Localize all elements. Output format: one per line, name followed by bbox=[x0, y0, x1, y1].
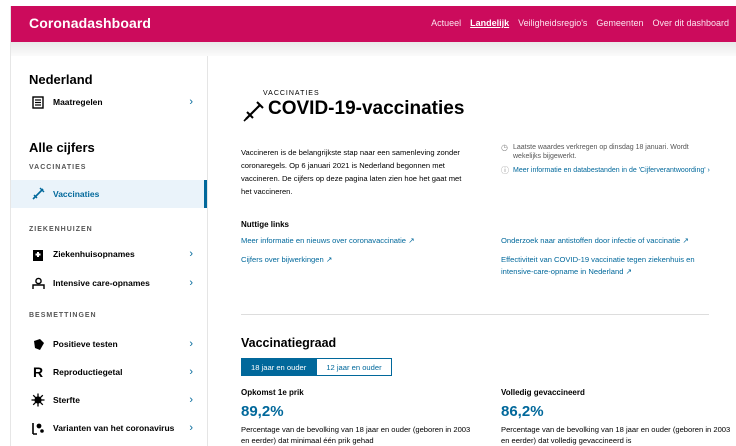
main-content: VACCINATIES COVID-19-vaccinaties Vaccine… bbox=[209, 56, 736, 446]
sidebar-item-label: Maatregelen bbox=[53, 97, 103, 107]
sidebar-item-ziekenhuisopnames[interactable]: Ziekenhuisopnames › bbox=[11, 242, 207, 266]
nav-gemeenten[interactable]: Gemeenten bbox=[596, 18, 643, 28]
sidebar-item-label: Ziekenhuisopnames bbox=[53, 249, 135, 259]
sidebar-item-positieve-testen[interactable]: Positieve testen › bbox=[11, 332, 207, 356]
sidebar-item-label: Positieve testen bbox=[53, 339, 118, 349]
kpi-fully-vaccinated-value: 86,2% bbox=[501, 403, 544, 420]
sidebar: Nederland Maatregelen › Alle cijfers VAC… bbox=[11, 56, 208, 446]
tab-18-plus[interactable]: 18 jaar en ouder bbox=[241, 358, 317, 376]
top-navigation-bar: Coronadashboard Actueel Landelijk Veilig… bbox=[11, 6, 736, 42]
tab-12-plus[interactable]: 12 jaar en ouder bbox=[316, 358, 392, 376]
nav-over-dashboard[interactable]: Over dit dashboard bbox=[652, 18, 729, 28]
sidebar-heading-nederland: Nederland bbox=[29, 72, 93, 87]
chevron-right-icon: › bbox=[189, 366, 193, 378]
nav-veiligheidsregios[interactable]: Veiligheidsregio's bbox=[518, 18, 587, 28]
sidebar-item-reproductiegetal[interactable]: R Reproductiegetal › bbox=[11, 360, 207, 384]
sidebar-item-varianten[interactable]: Varianten van het coronavirus › bbox=[11, 416, 207, 440]
app-window: Coronadashboard Actueel Landelijk Veilig… bbox=[10, 6, 736, 446]
meta-updated: ◷ Laatste waardes verkregen op dinsdag 1… bbox=[501, 143, 711, 161]
cijferverantwoording-link[interactable]: Meer informatie en databestanden in de '… bbox=[513, 166, 710, 175]
chevron-right-icon: › bbox=[189, 96, 193, 108]
page-title: COVID-19-vaccinaties bbox=[268, 98, 465, 119]
test-tube-icon bbox=[29, 338, 47, 351]
link-coronavaccinatie-nieuws[interactable]: Meer informatie en nieuws over coronavac… bbox=[241, 235, 415, 247]
chevron-right-icon: › bbox=[189, 338, 193, 350]
r-letter-icon: R bbox=[32, 364, 44, 380]
meta-info: ⓘ Meer informatie en databestanden in de… bbox=[501, 166, 711, 175]
variants-icon bbox=[29, 421, 47, 435]
kpi-fully-vaccinated-description: Percentage van de bevolking van 18 jaar … bbox=[501, 425, 731, 445]
info-icon: ⓘ bbox=[501, 166, 509, 175]
useful-links-heading: Nuttige links bbox=[241, 220, 290, 229]
syringe-icon bbox=[29, 187, 47, 201]
meta-updated-text: Laatste waardes verkregen op dinsdag 18 … bbox=[513, 144, 689, 160]
kpi-first-dose-title: Opkomst 1e prik bbox=[241, 388, 304, 397]
chevron-right-icon: › bbox=[189, 422, 193, 434]
top-nav: Actueel Landelijk Veiligheidsregio's Gem… bbox=[431, 18, 729, 28]
sidebar-item-sterfte[interactable]: Sterfte › bbox=[11, 388, 207, 412]
sidebar-category-vaccinaties: VACCINATIES bbox=[29, 164, 87, 171]
sidebar-item-label: Varianten van het coronavirus bbox=[53, 423, 175, 433]
sidebar-item-label: Reproductiegetal bbox=[53, 367, 123, 377]
nav-landelijk[interactable]: Landelijk bbox=[470, 18, 509, 28]
document-list-icon bbox=[29, 95, 47, 109]
nav-actueel[interactable]: Actueel bbox=[431, 18, 461, 28]
sidebar-item-label: Vaccinaties bbox=[53, 189, 100, 199]
sidebar-category-besmettingen: BESMETTINGEN bbox=[29, 312, 97, 319]
sidebar-heading-alle-cijfers: Alle cijfers bbox=[29, 140, 95, 155]
sidebar-item-intensive-care[interactable]: Intensive care-opnames › bbox=[11, 271, 207, 295]
clock-icon: ◷ bbox=[501, 143, 508, 152]
brand-logo-text[interactable]: Coronadashboard bbox=[29, 15, 151, 31]
chevron-right-icon: › bbox=[189, 248, 193, 260]
sidebar-category-ziekenhuizen: ZIEKENHUIZEN bbox=[29, 226, 93, 233]
kpi-first-dose-description: Percentage van de bevolking van 18 jaar … bbox=[241, 425, 471, 445]
link-bijwerkingen[interactable]: Cijfers over bijwerkingen ↗ bbox=[241, 254, 332, 266]
chevron-right-icon: › bbox=[189, 277, 193, 289]
sidebar-item-label: Intensive care-opnames bbox=[53, 278, 150, 288]
sidebar-item-maatregelen[interactable]: Maatregelen › bbox=[11, 90, 207, 114]
chevron-right-icon: › bbox=[189, 394, 193, 406]
link-antistoffen-onderzoek[interactable]: Onderzoek naar antistoffen door infectie… bbox=[501, 235, 716, 247]
syringe-icon bbox=[243, 100, 265, 127]
intro-text: Vaccineren is de belangrijkste stap naar… bbox=[241, 148, 462, 196]
ic-bed-icon bbox=[29, 277, 47, 290]
header-shadow bbox=[11, 42, 736, 56]
kpi-first-dose-value: 89,2% bbox=[241, 403, 284, 420]
section-divider bbox=[241, 314, 709, 315]
page-eyebrow: VACCINATIES bbox=[263, 90, 320, 97]
metadata-block: ◷ Laatste waardes verkregen op dinsdag 1… bbox=[501, 143, 711, 180]
vaccinatiegraad-heading: Vaccinatiegraad bbox=[241, 336, 337, 350]
kpi-fully-vaccinated-title: Volledig gevaccineerd bbox=[501, 388, 585, 397]
link-effectiviteit-vaccinatie[interactable]: Effectiviteit van COVID-19 vaccinatie te… bbox=[501, 254, 716, 278]
sidebar-item-vaccinaties[interactable]: Vaccinaties bbox=[11, 180, 207, 208]
hospital-icon bbox=[29, 248, 47, 261]
virus-icon bbox=[29, 393, 47, 407]
sidebar-item-label: Sterfte bbox=[53, 395, 80, 405]
age-group-tabs: 18 jaar en ouder 12 jaar en ouder bbox=[241, 358, 392, 376]
